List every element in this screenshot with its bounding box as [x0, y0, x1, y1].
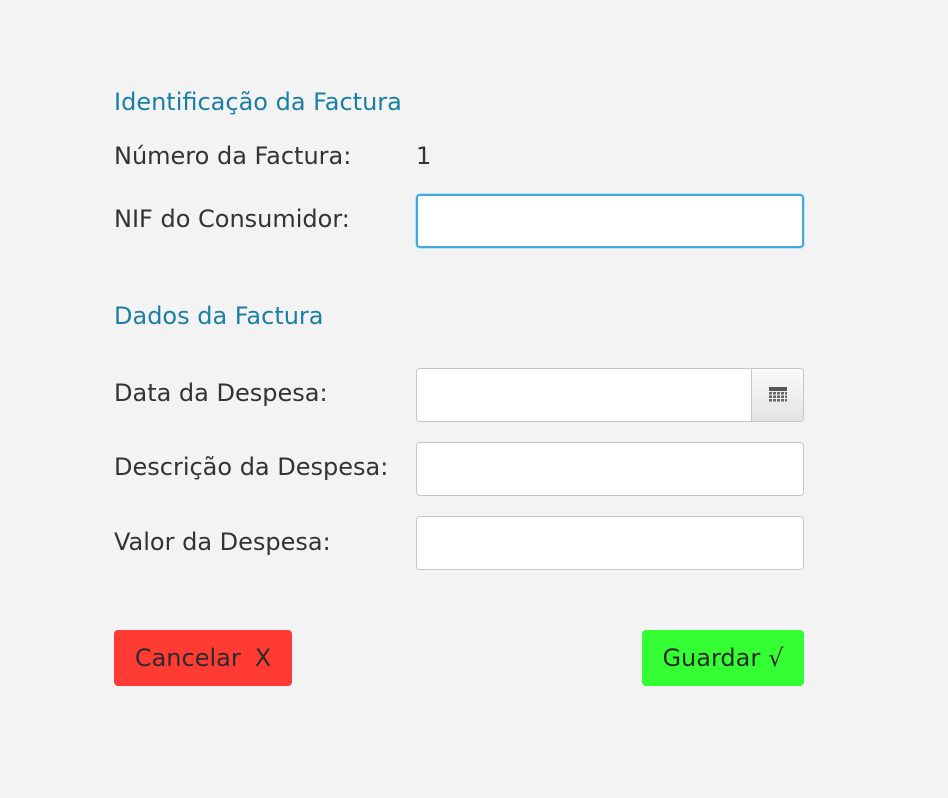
expense-date-picker	[416, 368, 804, 422]
save-button-label: Guardar	[662, 644, 761, 672]
expense-description-label: Descrição da Despesa:	[114, 453, 389, 481]
expense-date-input[interactable]	[417, 369, 751, 421]
expense-description-input[interactable]	[416, 442, 804, 496]
date-picker-button[interactable]	[751, 369, 803, 421]
section-title-data: Dados da Factura	[114, 302, 324, 330]
expense-value-input[interactable]	[416, 516, 804, 570]
invoice-number-value: 1	[416, 142, 432, 170]
checkmark-icon: √	[768, 644, 784, 672]
cancel-button[interactable]: Cancelar X	[114, 630, 292, 686]
close-icon: X	[254, 644, 272, 672]
consumer-nif-input[interactable]	[416, 194, 804, 248]
expense-value-label: Valor da Despesa:	[114, 528, 331, 556]
section-title-identification: Identificação da Factura	[114, 88, 402, 116]
save-button[interactable]: Guardar √	[642, 630, 804, 686]
calendar-icon	[768, 387, 787, 402]
invoice-number-label: Número da Factura:	[114, 142, 352, 170]
expense-date-label: Data da Despesa:	[114, 379, 328, 407]
cancel-button-label: Cancelar	[134, 644, 241, 672]
consumer-nif-label: NIF do Consumidor:	[114, 205, 350, 233]
